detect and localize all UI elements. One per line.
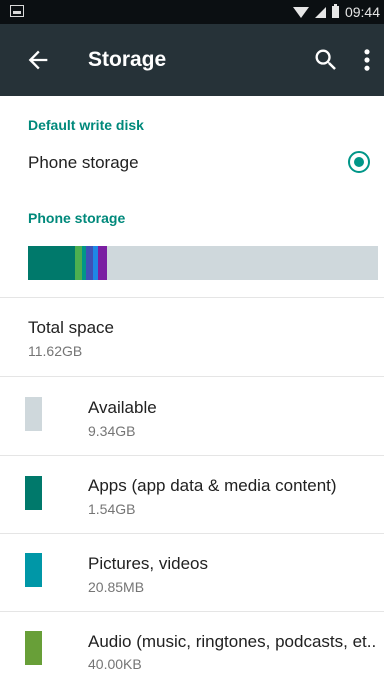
legend-value: 1.54GB	[88, 501, 136, 517]
legend-swatch-audio	[25, 631, 42, 665]
legend-value: 9.34GB	[88, 423, 136, 439]
legend-swatch-apps	[25, 476, 42, 510]
divider	[0, 533, 384, 534]
screenshot-notification-icon	[10, 5, 24, 17]
legend-swatch-pictures	[25, 553, 42, 587]
phone-storage-header: Phone storage	[28, 210, 126, 226]
usage-bar-segment	[28, 246, 75, 280]
divider	[0, 297, 384, 298]
legend-title: Apps (app data & media content)	[88, 476, 337, 495]
divider	[0, 455, 384, 456]
legend-title: Audio (music, ringtones, podcasts, et..	[88, 632, 377, 651]
page-title: Storage	[88, 48, 167, 71]
legend-title: Available	[88, 398, 157, 417]
total-space-value: 11.62GB	[28, 343, 83, 359]
legend-value: 40.00KB	[88, 656, 142, 672]
arrow-back-icon[interactable]	[24, 46, 52, 74]
status-icons: 09:44	[292, 2, 380, 22]
more-vert-icon[interactable]	[358, 46, 376, 74]
legend-swatch-available	[25, 397, 42, 431]
legend-title: Pictures, videos	[88, 554, 208, 573]
app-bar: Storage	[0, 24, 384, 96]
phone-storage-option-label[interactable]: Phone storage	[28, 153, 139, 173]
total-space-title: Total space	[28, 318, 114, 337]
storage-usage-bar	[28, 246, 378, 280]
legend-value: 20.85MB	[88, 579, 145, 595]
status-time: 09:44	[344, 4, 380, 20]
divider	[0, 611, 384, 612]
usage-bar-segment	[74, 246, 82, 280]
battery-icon	[331, 4, 339, 18]
signal-icon	[314, 6, 326, 18]
wifi-icon	[292, 6, 309, 18]
default-write-disk-header: Default write disk	[28, 117, 144, 133]
divider	[0, 376, 384, 377]
usage-bar-segment	[85, 246, 93, 280]
usage-bar-segment	[97, 246, 107, 280]
search-icon[interactable]	[312, 46, 340, 74]
phone-storage-radio[interactable]	[348, 151, 370, 173]
status-bar: 09:44	[0, 0, 384, 24]
